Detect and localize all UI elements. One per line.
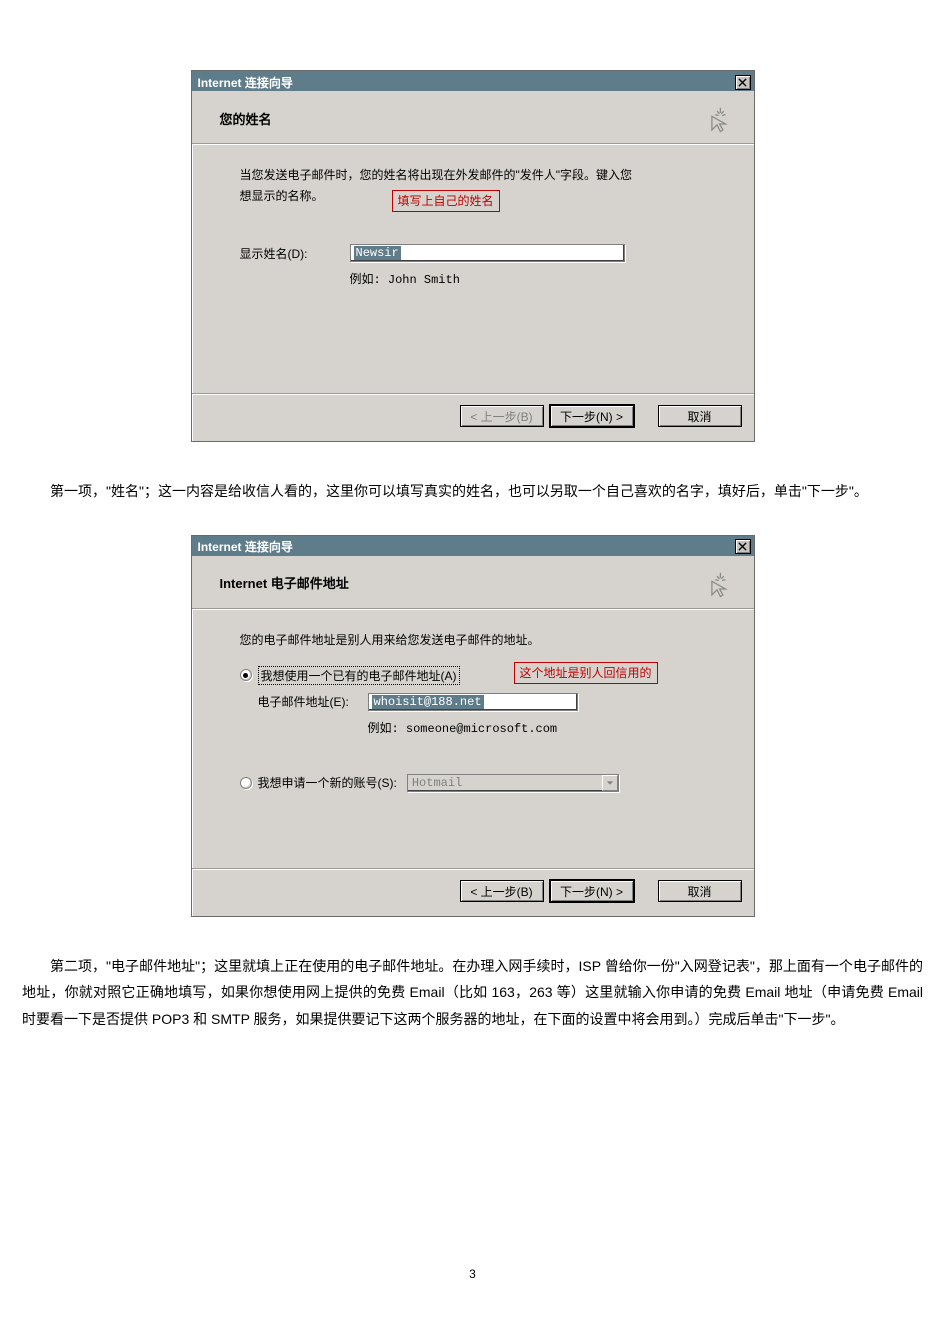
hint-fill-name: 填写上自己的姓名	[392, 190, 500, 212]
description-paragraph-1: 第一项，"姓名"；这一内容是给收信人看的，这里你可以填写真实的姓名，也可以另取一…	[0, 478, 945, 505]
radio-new-label: 我想申请一个新的账号(S):	[258, 774, 397, 791]
next-button[interactable]: 下一步(N) >	[550, 405, 634, 427]
wizard2-content: 您的电子邮件地址是别人用来给您发送电子邮件的地址。 我想使用一个已有的电子邮件地…	[192, 609, 754, 869]
wizard2-header: Internet 电子邮件地址	[220, 573, 349, 592]
wizard-cursor-icon	[700, 101, 734, 135]
page-number: 3	[0, 1267, 945, 1281]
next-button-2[interactable]: 下一步(N) >	[550, 880, 634, 902]
wizard-name-step: Internet 连接向导 您的姓名 当您发送电子邮件时，您的姓名将出现在外发邮…	[191, 70, 755, 442]
wizard2-title: Internet 连接向导	[198, 538, 293, 555]
wizard-cursor-icon-2	[700, 566, 734, 600]
wizard-content: 当您发送电子邮件时，您的姓名将出现在外发邮件的"发件人"字段。键入您 想显示的名…	[192, 144, 754, 394]
intro-text-line1: 当您发送电子邮件时，您的姓名将出现在外发邮件的"发件人"字段。键入您	[240, 166, 720, 185]
wizard-header: 您的姓名	[220, 109, 272, 128]
cancel-button-2[interactable]: 取消	[658, 880, 742, 902]
wizard2-titlebar: Internet 连接向导	[192, 536, 754, 556]
input-display-name[interactable]: Newsir	[350, 244, 625, 262]
hint-reply-address: 这个地址是别人回信用的	[514, 662, 658, 684]
example-email-text: 例如: someone@microsoft.com	[368, 719, 720, 736]
intro-email-text: 您的电子邮件地址是别人用来给您发送电子邮件的地址。	[240, 631, 720, 650]
input-display-name-value: Newsir	[354, 246, 401, 260]
radio-existing-label: 我想使用一个已有的电子邮件地址(A)	[258, 666, 460, 685]
label-email-address: 电子邮件地址(E):	[258, 693, 368, 710]
provider-dropdown: Hotmail	[407, 774, 619, 792]
wizard-header-strip: 您的姓名	[192, 91, 754, 144]
description-paragraph-2: 第二项，"电子邮件地址"；这里就填上正在使用的电子邮件地址。在办理入网手续时，I…	[0, 953, 945, 1033]
close-button-2[interactable]	[735, 539, 751, 554]
wizard-titlebar: Internet 连接向导	[192, 71, 754, 91]
wizard-email-step: Internet 连接向导 Internet 电子邮件地址 您的电子邮件地址是别…	[191, 535, 755, 917]
radio-new-row[interactable]: 我想申请一个新的账号(S): Hotmail	[240, 772, 720, 794]
wizard-title: Internet 连接向导	[198, 74, 293, 91]
back-button-2[interactable]: < 上一步(B)	[460, 880, 544, 902]
input-email-address[interactable]: whoisit@188.net	[368, 693, 578, 711]
cancel-button[interactable]: 取消	[658, 405, 742, 427]
label-display-name: 显示姓名(D):	[240, 245, 350, 262]
example-text: 例如: John Smith	[350, 270, 720, 287]
dropdown-arrow-icon	[602, 775, 618, 791]
wizard-button-bar: < 上一步(B) 下一步(N) > 取消	[192, 394, 754, 441]
close-button[interactable]	[735, 75, 751, 90]
back-button: < 上一步(B)	[460, 405, 544, 427]
wizard2-button-bar: < 上一步(B) 下一步(N) > 取消	[192, 869, 754, 916]
wizard2-header-strip: Internet 电子邮件地址	[192, 556, 754, 609]
input-email-value: whoisit@188.net	[372, 695, 484, 709]
radio-new[interactable]	[240, 777, 252, 789]
radio-existing[interactable]	[240, 669, 252, 681]
provider-dropdown-value: Hotmail	[412, 776, 462, 790]
